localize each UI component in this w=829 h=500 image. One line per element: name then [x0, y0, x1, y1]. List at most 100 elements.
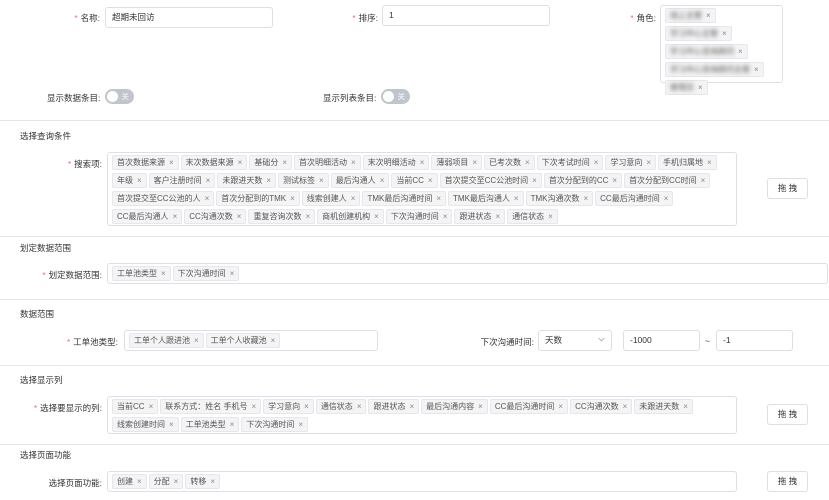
show-data-switch[interactable]: 关 — [105, 89, 134, 104]
close-icon[interactable]: × — [290, 194, 295, 203]
tag-item: 首次明细活动 × — [294, 155, 361, 170]
close-icon[interactable]: × — [161, 269, 166, 278]
close-icon[interactable]: × — [230, 269, 235, 278]
query-drag-button[interactable]: 拖 拽 — [767, 178, 808, 199]
close-icon[interactable]: × — [169, 420, 174, 429]
page-funcs-select[interactable]: 创建 × 分配 × 转移 × — [107, 471, 737, 492]
close-icon[interactable]: × — [420, 158, 425, 167]
role-select[interactable]: 线上主管 × 学习中心主管 × 学习中心咨询顾问 × 学习中心咨询顾问主管 × 管理员 × — [660, 5, 783, 95]
close-icon[interactable]: × — [646, 158, 651, 167]
close-icon[interactable]: × — [351, 194, 356, 203]
name-input[interactable]: 超期未回访 — [105, 7, 273, 28]
tag-label: 首次分配到的CC — [548, 176, 609, 185]
close-icon[interactable]: × — [428, 176, 433, 185]
columns-select[interactable]: 当前CC × 联系方式：姓名 手机号 × 学习意向 × 通信状态 × 跟进状态 × 最后沟通内容 × C… — [107, 396, 737, 434]
tag-label: 首次提交至CC公池的人 — [117, 194, 201, 203]
tag-item: 已考次数 × — [484, 155, 535, 170]
close-icon[interactable]: × — [237, 212, 242, 221]
tag-label: 跟进状态 — [373, 402, 406, 411]
close-icon[interactable]: × — [664, 194, 669, 203]
close-icon[interactable]: × — [754, 65, 759, 74]
close-icon[interactable]: × — [409, 402, 414, 411]
close-icon[interactable]: × — [351, 158, 356, 167]
page-funcs-drag-button[interactable]: 拖 拽 — [767, 471, 808, 492]
tag-item: 年级 × — [112, 173, 147, 188]
close-icon[interactable]: × — [478, 402, 483, 411]
close-icon[interactable]: × — [722, 29, 727, 38]
close-icon[interactable]: × — [612, 176, 617, 185]
close-icon[interactable]: × — [683, 402, 688, 411]
tag-label: 工单池类型 — [185, 420, 226, 429]
close-icon[interactable]: × — [210, 477, 215, 486]
close-icon[interactable]: × — [706, 11, 711, 20]
range-to-input[interactable]: -1 — [716, 330, 793, 351]
search-items-select[interactable]: 首次数据来源 × 末次数据来源 × 基础分 × 首次明细活动 × 末次明细活动 × 薄弱项目 × 已考次… — [107, 152, 737, 226]
close-icon[interactable]: × — [149, 402, 154, 411]
close-icon[interactable]: × — [230, 420, 235, 429]
close-icon[interactable]: × — [472, 158, 477, 167]
close-icon[interactable]: × — [137, 176, 142, 185]
show-data-label: 显示数据条目: — [47, 93, 101, 103]
close-icon[interactable]: × — [357, 402, 362, 411]
tag-item: CC最后沟通人 × — [112, 209, 183, 224]
close-icon[interactable]: × — [305, 212, 310, 221]
tag-label: 下次沟通时间 — [390, 212, 439, 221]
close-icon[interactable]: × — [532, 176, 537, 185]
tag-item: 基础分 × — [249, 155, 293, 170]
tag-label: 末次明细活动 — [367, 158, 416, 167]
tag-item: TMK最后沟通人 × — [448, 191, 524, 206]
columns-drag-button[interactable]: 拖 拽 — [767, 404, 808, 425]
range-from-input[interactable]: -1000 — [623, 330, 700, 351]
close-icon[interactable]: × — [583, 194, 588, 203]
tag-label: 通信状态 — [320, 402, 353, 411]
tag-label: 分配 — [153, 477, 170, 486]
tag-label: 重复咨询次数 — [253, 212, 302, 221]
close-icon[interactable]: × — [707, 158, 712, 167]
tag-item: 末次数据来源 × — [180, 155, 248, 170]
close-icon[interactable]: × — [205, 194, 210, 203]
close-icon[interactable]: × — [282, 158, 287, 167]
sort-input[interactable]: 1 — [382, 5, 550, 26]
close-icon[interactable]: × — [698, 83, 703, 92]
close-icon[interactable]: × — [319, 176, 324, 185]
close-icon[interactable]: × — [548, 212, 553, 221]
close-icon[interactable]: × — [304, 402, 309, 411]
range-section-title: 数据范围 — [20, 309, 55, 319]
close-icon[interactable]: × — [298, 420, 303, 429]
tag-label: 联系方式：姓名 手机号 — [165, 402, 248, 411]
close-icon[interactable]: × — [738, 47, 743, 56]
close-icon[interactable]: × — [443, 212, 448, 221]
close-icon[interactable]: × — [594, 158, 599, 167]
close-icon[interactable]: × — [238, 158, 243, 167]
tag-item: CC沟通次数 × — [570, 399, 633, 414]
tag-label: 当前CC — [396, 176, 424, 185]
unit-select[interactable]: 天数 — [538, 330, 612, 351]
scope-select[interactable]: 工单池类型 × 下次沟通时间 × — [107, 263, 828, 284]
close-icon[interactable]: × — [251, 402, 256, 411]
tag-label: 下次沟通时间 — [177, 269, 226, 278]
tag-item: 客户注册时间 × — [148, 173, 216, 188]
tag-item: 最后沟通内容 × — [421, 399, 488, 414]
close-icon[interactable]: × — [374, 212, 379, 221]
show-list-switch[interactable]: 关 — [381, 89, 410, 104]
close-icon[interactable]: × — [525, 158, 530, 167]
close-icon[interactable]: × — [623, 402, 628, 411]
unit-value: 天数 — [545, 335, 563, 345]
close-icon[interactable]: × — [173, 212, 178, 221]
close-icon[interactable]: × — [380, 176, 385, 185]
close-icon[interactable]: × — [495, 212, 500, 221]
close-icon[interactable]: × — [271, 336, 276, 345]
close-icon[interactable]: × — [194, 336, 199, 345]
close-icon[interactable]: × — [206, 176, 211, 185]
tag-label: 未跟进天数 — [639, 402, 680, 411]
close-icon[interactable]: × — [514, 194, 519, 203]
close-icon[interactable]: × — [558, 402, 563, 411]
close-icon[interactable]: × — [174, 477, 179, 486]
close-icon[interactable]: × — [266, 176, 271, 185]
pool-type-select[interactable]: 工单个人跟进池 × 工单个人收藏池 × — [124, 330, 378, 351]
close-icon[interactable]: × — [436, 194, 441, 203]
section-divider — [0, 236, 829, 237]
close-icon[interactable]: × — [169, 158, 174, 167]
close-icon[interactable]: × — [701, 176, 706, 185]
close-icon[interactable]: × — [137, 477, 142, 486]
